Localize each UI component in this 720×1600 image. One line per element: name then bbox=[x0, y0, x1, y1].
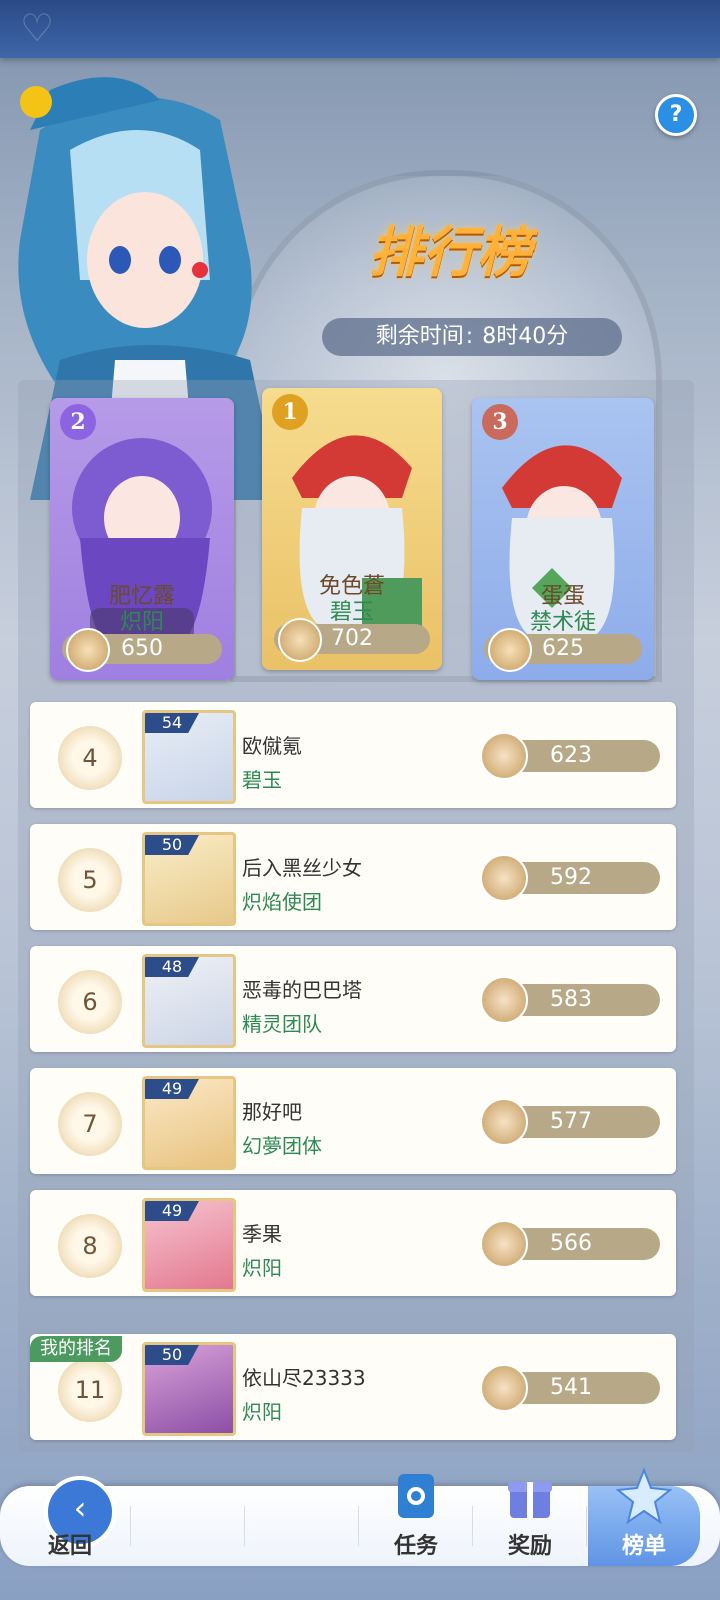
timer-value: 8时40分 bbox=[482, 324, 569, 349]
nav-label-ranking: 榜单 bbox=[621, 1534, 666, 1559]
level-badge: 50 bbox=[145, 835, 199, 855]
timer-separator: : bbox=[465, 324, 474, 349]
trophy-icon bbox=[480, 732, 528, 780]
player-guild: 炽阳 bbox=[242, 1256, 282, 1280]
player-name: 那好吧 bbox=[242, 1100, 302, 1124]
trophy-icon bbox=[480, 1098, 528, 1146]
trophy-icon bbox=[66, 628, 110, 672]
nav-divider bbox=[586, 1506, 587, 1546]
score-value: 566 bbox=[550, 1231, 592, 1256]
ranking-row[interactable]: 8 49 季果 炽阳 566 bbox=[30, 1190, 676, 1296]
score-value: 702 bbox=[331, 626, 373, 651]
score-value: 592 bbox=[550, 865, 592, 890]
rewards-tab[interactable]: 奖励 bbox=[474, 1482, 586, 1566]
player-guild: 炽焰使团 bbox=[242, 890, 322, 914]
trophy-icon bbox=[278, 618, 322, 662]
score-value: 577 bbox=[550, 1109, 592, 1134]
avatar: 54 bbox=[142, 710, 236, 804]
scroll-icon bbox=[398, 1474, 434, 1518]
score-bar: 592 bbox=[480, 854, 660, 902]
player-name: 后入黑丝少女 bbox=[242, 856, 362, 880]
ranking-row[interactable]: 6 48 恶毒的巴巴塔 精灵团队 583 bbox=[30, 946, 676, 1052]
trophy-icon bbox=[480, 976, 528, 1024]
trophy-icon bbox=[480, 1220, 528, 1268]
nav-divider bbox=[358, 1506, 359, 1546]
tasks-tab[interactable]: 任务 bbox=[360, 1474, 472, 1566]
level-badge: 54 bbox=[145, 713, 199, 733]
rank-badge: 6 bbox=[58, 970, 122, 1034]
nav-divider bbox=[244, 1506, 245, 1546]
avatar: 50 bbox=[142, 832, 236, 926]
star-icon bbox=[615, 1467, 673, 1525]
timer-label: 剩余时间 bbox=[375, 324, 464, 349]
heart-arrow-icon: ♡ bbox=[20, 6, 55, 50]
ranking-row[interactable]: 5 50 后入黑丝少女 炽焰使团 592 bbox=[30, 824, 676, 930]
rank-badge: 11 bbox=[58, 1358, 122, 1422]
bottom-navigation: ‹ 返回 任务 奖励 榜单 bbox=[0, 1467, 720, 1566]
back-button[interactable]: ‹ 返回 bbox=[10, 1476, 130, 1566]
level-badge: 50 bbox=[145, 1345, 199, 1365]
avatar: 49 bbox=[142, 1076, 236, 1170]
nav-label-back: 返回 bbox=[47, 1534, 92, 1559]
score-bar: 625 bbox=[484, 628, 642, 672]
gift-box-icon bbox=[508, 1482, 552, 1518]
level-badge: 48 bbox=[145, 957, 199, 977]
remaining-time: 剩余时间: 8时40分 bbox=[322, 318, 622, 356]
score-value: 623 bbox=[550, 743, 592, 768]
ranking-tab[interactable]: 榜单 bbox=[588, 1467, 700, 1566]
player-guild: 碧玉 bbox=[242, 768, 282, 792]
podium-card-rank-1[interactable]: 1 免色蒼 碧玉 702 bbox=[262, 388, 442, 670]
player-name: 欧僦氪 bbox=[242, 734, 302, 758]
rank-medal: 1 bbox=[272, 394, 308, 430]
player-name: 季果 bbox=[242, 1222, 282, 1246]
player-name: 恶毒的巴巴塔 bbox=[242, 978, 362, 1002]
player-guild: 幻夢团体 bbox=[242, 1134, 322, 1158]
score-value: 625 bbox=[542, 636, 584, 661]
trophy-icon bbox=[488, 628, 532, 672]
podium-card-rank-3[interactable]: 3 蛋蛋 禁术徒 625 bbox=[472, 398, 654, 680]
nav-divider bbox=[472, 1506, 473, 1546]
player-guild: 精灵团队 bbox=[242, 1012, 322, 1036]
rank-badge: 5 bbox=[58, 848, 122, 912]
score-bar: 541 bbox=[480, 1364, 660, 1412]
player-name: 依山尽23333 bbox=[242, 1366, 366, 1390]
score-bar: 583 bbox=[480, 976, 660, 1024]
top-banner: ♡ bbox=[0, 0, 720, 58]
score-bar: 623 bbox=[480, 732, 660, 780]
score-bar: 577 bbox=[480, 1098, 660, 1146]
rank-medal: 3 bbox=[482, 404, 518, 440]
page-title: 排行榜 bbox=[369, 220, 531, 284]
nav-label-tasks: 任务 bbox=[393, 1534, 438, 1559]
trophy-icon bbox=[480, 854, 528, 902]
my-rank-tag: 我的排名 bbox=[30, 1336, 122, 1362]
ranking-row[interactable]: 4 54 欧僦氪 碧玉 623 bbox=[30, 702, 676, 808]
rank-badge: 7 bbox=[58, 1092, 122, 1156]
score-value: 650 bbox=[121, 636, 163, 661]
level-badge: 49 bbox=[145, 1079, 199, 1099]
score-bar: 566 bbox=[480, 1220, 660, 1268]
score-value: 541 bbox=[550, 1375, 592, 1400]
rank-badge: 4 bbox=[58, 726, 122, 790]
avatar: 50 bbox=[142, 1342, 236, 1436]
score-bar: 702 bbox=[274, 618, 430, 662]
avatar: 48 bbox=[142, 954, 236, 1048]
avatar: 49 bbox=[142, 1198, 236, 1292]
trophy-icon bbox=[480, 1364, 528, 1412]
player-guild: 炽阳 bbox=[242, 1400, 282, 1424]
my-ranking-row[interactable]: 11 50 依山尽23333 炽阳 541 bbox=[30, 1334, 676, 1440]
podium-card-rank-2[interactable]: 2 肥忆露 炽阳 650 bbox=[50, 398, 234, 680]
score-bar: 650 bbox=[62, 628, 222, 672]
rank-badge: 8 bbox=[58, 1214, 122, 1278]
ranking-row[interactable]: 7 49 那好吧 幻夢团体 577 bbox=[30, 1068, 676, 1174]
score-value: 583 bbox=[550, 987, 592, 1012]
nav-divider bbox=[130, 1506, 131, 1546]
rank-medal: 2 bbox=[60, 404, 96, 440]
nav-label-rewards: 奖励 bbox=[507, 1534, 552, 1559]
level-badge: 49 bbox=[145, 1201, 199, 1221]
help-button[interactable]: ? bbox=[655, 94, 697, 136]
